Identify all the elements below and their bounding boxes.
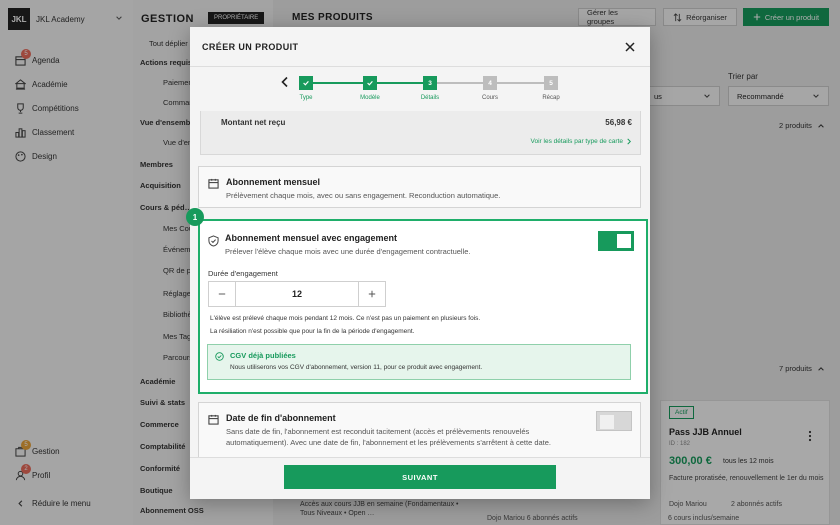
check-icon	[366, 79, 374, 87]
cgv-text: Nous utiliserons vos CGV d'abonnement, v…	[230, 364, 483, 371]
cgv-title: CGV déjà publiées	[230, 351, 296, 360]
modal-body: Montant net reçu 56,98 € Voir les détail…	[190, 111, 650, 457]
step-label: Type	[299, 95, 313, 101]
decrement-button[interactable]	[209, 282, 235, 306]
step-details[interactable]: 3	[423, 76, 437, 90]
option-title: Date de fin d'abonnement	[226, 413, 336, 423]
card-details-link[interactable]: Voir les détails par type de carte	[531, 138, 633, 145]
link-label: Voir les détails par type de carte	[530, 138, 624, 145]
modal-footer: SUIVANT	[190, 457, 650, 499]
toggle-knob	[617, 234, 631, 248]
modal-title: CRÉER UN PRODUIT	[202, 42, 299, 52]
net-amount-label: Montant net reçu	[221, 118, 286, 127]
step-connector	[313, 82, 363, 84]
step-connector	[497, 82, 544, 84]
cgv-notice: CGV déjà publiées Nous utiliserons vos C…	[207, 344, 631, 380]
step-modele[interactable]	[363, 76, 377, 90]
plus-icon	[368, 290, 376, 298]
net-amount-box: Montant net reçu 56,98 € Voir les détail…	[200, 111, 641, 155]
step-label: Détails	[420, 95, 440, 101]
modal-header: CRÉER UN PRODUIT	[190, 27, 650, 67]
option-description: Prélèvement chaque mois, avec ou sans en…	[226, 191, 501, 200]
step-label: Modèle	[360, 95, 380, 101]
step-connector	[377, 82, 423, 84]
option-title: Abonnement mensuel avec engagement	[225, 233, 398, 243]
step-badge: 1	[186, 208, 204, 226]
step-recap[interactable]: 5	[544, 76, 558, 90]
create-product-modal: CRÉER UN PRODUIT 3 4 5 Type Modèle Détai…	[190, 27, 650, 499]
commitment-toggle[interactable]	[598, 231, 634, 251]
next-button[interactable]: SUIVANT	[284, 465, 556, 489]
wizard-stepper: 3 4 5 Type Modèle Détails Cours Récap	[190, 67, 650, 111]
check-circle-icon	[215, 352, 224, 361]
step-label: Cours	[481, 95, 498, 101]
option-monthly-commitment[interactable]: Abonnement mensuel avec engagement Préle…	[198, 219, 648, 394]
option-description: Prélever l'élève chaque mois avec une du…	[225, 247, 471, 256]
step-label: Récap	[542, 95, 560, 101]
calendar-icon	[208, 178, 219, 189]
close-icon[interactable]	[622, 39, 638, 55]
shield-check-icon	[208, 235, 219, 247]
step-cours[interactable]: 4	[483, 76, 497, 90]
cancellation-info: La résiliation n'est possible que pour l…	[210, 328, 415, 335]
increment-button[interactable]	[359, 282, 385, 306]
calendar-icon	[208, 414, 219, 425]
option-description: Sans date de fin, l'abonnement est recon…	[226, 427, 552, 447]
step-connector	[437, 82, 483, 84]
option-end-date[interactable]: Date de fin d'abonnement Sans date de fi…	[198, 402, 641, 457]
minus-icon	[218, 290, 226, 298]
toggle-knob	[600, 415, 614, 429]
option-title: Abonnement mensuel	[226, 177, 321, 187]
option-monthly[interactable]: Abonnement mensuel Prélèvement chaque mo…	[198, 166, 641, 208]
net-amount-value: 56,98 €	[605, 118, 632, 127]
chevron-left-icon[interactable]	[280, 76, 290, 88]
commitment-info: L'élève est prélevé chaque mois pendant …	[210, 315, 481, 322]
step-type[interactable]	[299, 76, 313, 90]
duration-input[interactable]: 12	[235, 282, 359, 306]
duration-stepper: 12	[208, 281, 386, 307]
end-date-toggle[interactable]	[596, 411, 632, 431]
chevron-right-icon	[626, 138, 632, 145]
check-icon	[302, 79, 310, 87]
duration-label: Durée d'engagement	[208, 269, 278, 278]
